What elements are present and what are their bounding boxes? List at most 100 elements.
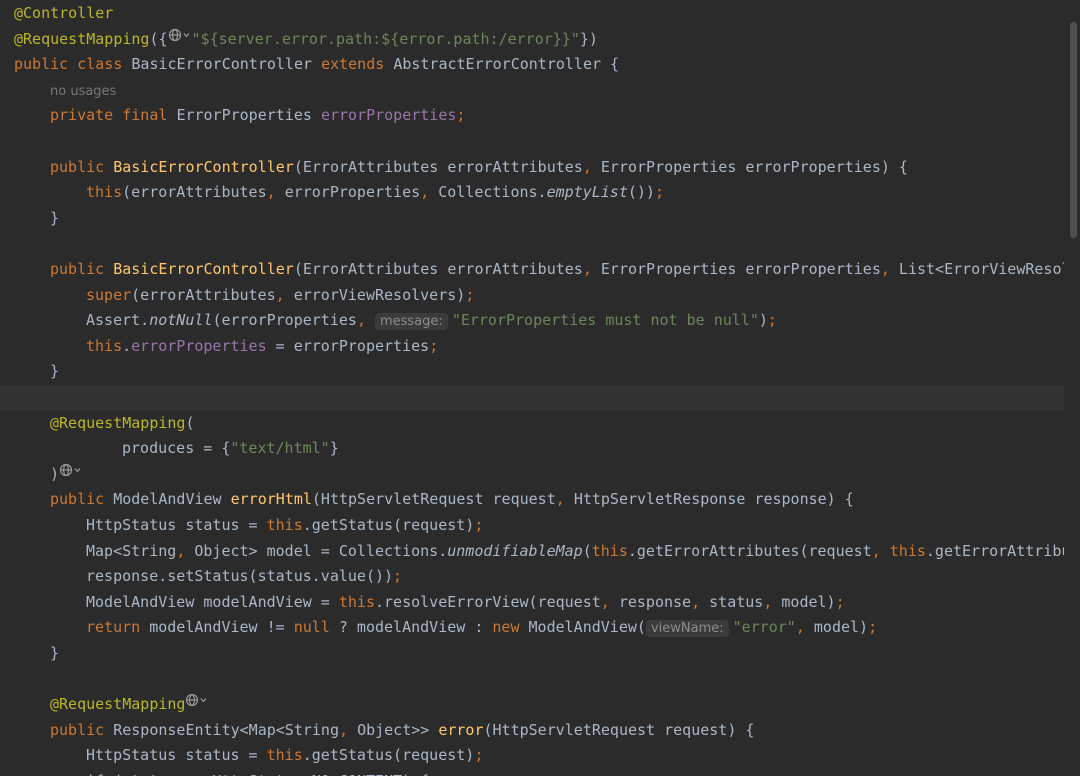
code-token: extends xyxy=(321,55,394,74)
code-token: ()) xyxy=(627,183,655,202)
code-line[interactable]: public ModelAndView errorHtml(HttpServle… xyxy=(0,487,1064,513)
code-token: "ErrorProperties must not be null" xyxy=(451,311,759,330)
code-line[interactable]: public BasicErrorController(ErrorAttribu… xyxy=(0,155,1064,181)
code-line[interactable]: HttpStatus status = this.getStatus(reque… xyxy=(0,513,1064,539)
code-token: ; xyxy=(474,516,484,534)
code-token: ErrorProperties xyxy=(176,106,321,125)
code-line[interactable]: this.errorProperties = errorProperties; xyxy=(0,334,1064,360)
code-line-content: this.errorProperties = errorProperties; xyxy=(86,334,438,360)
code-line-content: Map<String, Object> model = Collections.… xyxy=(86,539,1064,565)
code-token: (ErrorAttributes errorAttributes xyxy=(293,157,583,176)
code-token: emptyList xyxy=(546,183,628,202)
code-line[interactable]: produces = {"text/html"} xyxy=(0,436,1064,462)
code-editor[interactable]: @Controller @RequestMapping({"${server.er… xyxy=(0,0,1080,776)
code-token: , xyxy=(339,720,358,739)
code-line[interactable]: @RequestMapping({"${server.error.path:${… xyxy=(0,27,1064,53)
globe-icon[interactable] xyxy=(185,692,209,716)
code-line-content: Assert.notNull(errorProperties, message:… xyxy=(86,308,777,334)
code-token: BasicErrorController xyxy=(113,157,294,176)
code-token: response xyxy=(618,592,692,611)
code-line[interactable]: public BasicErrorController(ErrorAttribu… xyxy=(0,257,1064,283)
code-token: (ErrorAttributes errorAttributes xyxy=(293,260,583,278)
code-line[interactable]: super(errorAttributes, errorViewResolver… xyxy=(0,283,1064,309)
code-token: status xyxy=(709,592,764,611)
code-line[interactable] xyxy=(0,385,1064,411)
code-token: (HttpServletRequest request) { xyxy=(483,720,755,739)
code-line[interactable]: ) xyxy=(0,462,1064,488)
code-token: private final xyxy=(50,106,177,125)
code-line[interactable]: HttpStatus status = this.getStatus(reque… xyxy=(0,743,1064,769)
code-token: model) xyxy=(813,618,869,637)
code-token: ; xyxy=(393,567,403,586)
code-token: if (status == HttpStatus.NO_CONTENT) { xyxy=(86,772,429,776)
code-line[interactable]: } xyxy=(0,641,1064,667)
code-line-content: ModelAndView modelAndView = this.resolve… xyxy=(86,590,845,616)
code-token: ErrorProperties errorProperties xyxy=(600,260,881,278)
code-line-content: public class BasicErrorController extend… xyxy=(14,52,619,78)
code-token: ) xyxy=(50,464,60,483)
code-line[interactable]: return modelAndView != null ? modelAndVi… xyxy=(0,615,1064,641)
code-line-content: produces = {"text/html"} xyxy=(122,436,339,462)
code-token: } xyxy=(50,362,60,381)
code-token: , xyxy=(176,541,195,560)
code-line-content: public BasicErrorController(ErrorAttribu… xyxy=(50,257,1064,283)
code-line-content: public ResponseEntity<Map<String, Object… xyxy=(50,718,754,744)
parameter-hint: viewName: xyxy=(645,620,729,638)
code-line-content: public BasicErrorController(ErrorAttribu… xyxy=(50,155,908,181)
scrollbar-thumb[interactable] xyxy=(1070,22,1077,238)
globe-icon[interactable] xyxy=(59,462,83,486)
code-line[interactable] xyxy=(0,129,1064,155)
code-token: , xyxy=(275,285,294,304)
code-token: ; xyxy=(465,285,475,304)
code-token: , xyxy=(880,260,899,278)
code-line[interactable]: this(errorAttributes, errorProperties, C… xyxy=(0,180,1064,206)
globe-icon[interactable] xyxy=(168,27,192,51)
code-line[interactable] xyxy=(0,231,1064,257)
code-token: this xyxy=(266,746,303,765)
code-line[interactable]: ModelAndView modelAndView = this.resolve… xyxy=(0,590,1064,616)
code-line[interactable]: private final ErrorProperties errorPrope… xyxy=(0,103,1064,129)
code-token: .getErrorAttributes(request xyxy=(627,541,872,560)
code-line-content: @RequestMapping xyxy=(50,692,209,718)
code-token: , xyxy=(420,183,439,202)
code-line[interactable]: Map<String, Object> model = Collections.… xyxy=(0,539,1064,565)
code-token: @RequestMapping xyxy=(50,695,186,714)
code-line[interactable]: @Controller xyxy=(0,1,1064,27)
code-token: }) xyxy=(579,29,598,48)
code-line[interactable]: public ResponseEntity<Map<String, Object… xyxy=(0,718,1064,744)
code-token: , xyxy=(356,311,375,330)
code-token: ; xyxy=(654,183,664,202)
code-token: this xyxy=(266,516,303,534)
code-token: ( xyxy=(582,541,592,560)
code-token: super xyxy=(86,285,132,304)
code-line[interactable]: @RequestMapping( xyxy=(0,411,1064,437)
code-line[interactable]: response.setStatus(status.value()); xyxy=(0,564,1064,590)
code-token: BasicErrorController xyxy=(131,55,322,74)
code-token: public xyxy=(50,260,114,278)
code-line[interactable]: Assert.notNull(errorProperties, message:… xyxy=(0,308,1064,334)
vertical-scrollbar[interactable] xyxy=(1068,0,1080,776)
code-line[interactable]: no usages xyxy=(0,78,1064,104)
code-token: "text/html" xyxy=(230,439,330,458)
code-token: model) xyxy=(781,592,836,611)
code-token: (errorAttributes xyxy=(122,183,267,202)
code-token: ; xyxy=(429,336,439,355)
code-line[interactable]: } xyxy=(0,359,1064,385)
code-token: "error" xyxy=(732,618,796,637)
code-line[interactable]: public class BasicErrorController extend… xyxy=(0,52,1064,78)
code-token: this xyxy=(338,592,375,611)
code-token: errorProperties xyxy=(131,336,267,355)
usage-hint[interactable]: no usages xyxy=(50,84,116,99)
code-token: (errorProperties xyxy=(212,311,357,330)
code-line[interactable]: if (status == HttpStatus.NO_CONTENT) { xyxy=(0,769,1064,776)
code-token: .getStatus(request) xyxy=(302,516,475,534)
code-token: HttpStatus status = xyxy=(86,516,267,534)
code-token: ) xyxy=(758,311,768,330)
code-token: Object> model = Collections. xyxy=(194,541,448,560)
code-line[interactable] xyxy=(0,667,1064,693)
code-token: @Controller xyxy=(14,4,114,22)
code-token: ModelAndView modelAndView = xyxy=(86,592,339,611)
code-token: .resolveErrorView(request xyxy=(375,592,601,611)
code-line[interactable]: } xyxy=(0,206,1064,232)
code-line[interactable]: @RequestMapping xyxy=(0,692,1064,718)
